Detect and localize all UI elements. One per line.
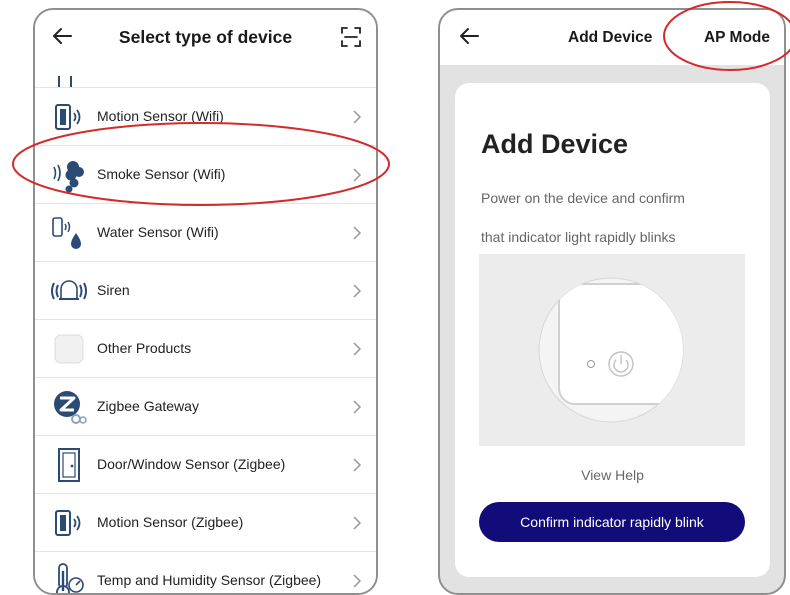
list-item-siren[interactable]: Siren xyxy=(35,261,376,319)
chevron-right-icon xyxy=(353,458,362,472)
motion-sensor-icon xyxy=(55,104,81,130)
list-item-label: Zigbee Gateway xyxy=(97,398,199,414)
page-title: Select type of device xyxy=(118,27,293,47)
list-item-motion-sensor-zigbee[interactable]: Motion Sensor (Zigbee) xyxy=(35,493,376,551)
chevron-right-icon xyxy=(353,342,362,356)
chevron-right-icon xyxy=(353,110,362,124)
list-item-motion-sensor-wifi[interactable]: Motion Sensor (Wifi) xyxy=(35,87,376,145)
siren-icon xyxy=(51,280,87,300)
view-help-link[interactable]: View Help xyxy=(455,467,770,483)
other-products-icon xyxy=(54,334,84,364)
list-item-label: Siren xyxy=(97,282,130,298)
add-device-screen: Add Device AP Mode Add Device Power on t… xyxy=(438,8,786,595)
chevron-right-icon xyxy=(353,284,362,298)
list-item-water-sensor-wifi[interactable]: Water Sensor (Wifi) xyxy=(35,203,376,261)
list-item-smoke-sensor-wifi[interactable]: Smoke Sensor (Wifi) xyxy=(35,145,376,203)
list-item-label: Other Products xyxy=(97,340,192,356)
list-item-temp-humidity-sensor[interactable]: Temp and Humidity Sensor (Zigbee) xyxy=(35,551,376,593)
list-item-label: Motion Sensor (Zigbee) xyxy=(97,514,244,530)
chevron-right-icon xyxy=(353,400,362,414)
back-arrow-icon[interactable] xyxy=(458,25,480,47)
ap-mode-button[interactable]: AP Mode xyxy=(704,29,770,47)
chevron-right-icon xyxy=(353,168,362,182)
page-title: Add Device xyxy=(568,29,653,46)
water-sensor-icon xyxy=(52,217,81,249)
instruction-line-1: Power on the device and confirm xyxy=(481,190,685,206)
confirm-blink-button[interactable]: Confirm indicator rapidly blink xyxy=(479,502,745,542)
instruction-card: Add Device Power on the device and confi… xyxy=(455,83,770,577)
list-item-other-products[interactable]: Other Products xyxy=(35,319,376,377)
device-power-icon xyxy=(538,277,684,423)
chevron-right-icon xyxy=(353,574,362,588)
zigbee-gateway-icon xyxy=(54,391,87,424)
instruction-line-2: that indicator light rapidly blinks xyxy=(481,229,676,245)
list-item-label: Temp and Humidity Sensor (Zigbee) xyxy=(97,572,322,588)
list-item-zigbee-gateway[interactable]: Zigbee Gateway xyxy=(35,377,376,435)
list-item-label: Smoke Sensor (Wifi) xyxy=(97,166,226,182)
scan-icon[interactable] xyxy=(341,27,361,47)
chevron-right-icon xyxy=(353,226,362,240)
instruction-text: Power on the device and confirm that ind… xyxy=(481,179,751,257)
list-item-door-window-sensor[interactable]: Door/Window Sensor (Zigbee) xyxy=(35,435,376,493)
smoke-sensor-icon xyxy=(53,161,84,193)
device-illustration xyxy=(479,254,745,446)
list-item-label: Motion Sensor (Wifi) xyxy=(97,108,224,124)
header: Select type of device xyxy=(35,10,376,67)
device-type-screen: Select type of device Motion Sensor (Wif… xyxy=(33,8,378,595)
card-title: Add Device xyxy=(481,129,629,159)
header: Add Device AP Mode xyxy=(440,10,784,65)
motion-sensor-icon xyxy=(55,510,81,536)
list-item-label: Water Sensor (Wifi) xyxy=(97,224,219,240)
thermometer-icon xyxy=(56,563,84,593)
chevron-right-icon xyxy=(353,516,362,530)
door-window-sensor-icon xyxy=(58,448,80,482)
list-item-label: Door/Window Sensor (Zigbee) xyxy=(97,456,286,472)
